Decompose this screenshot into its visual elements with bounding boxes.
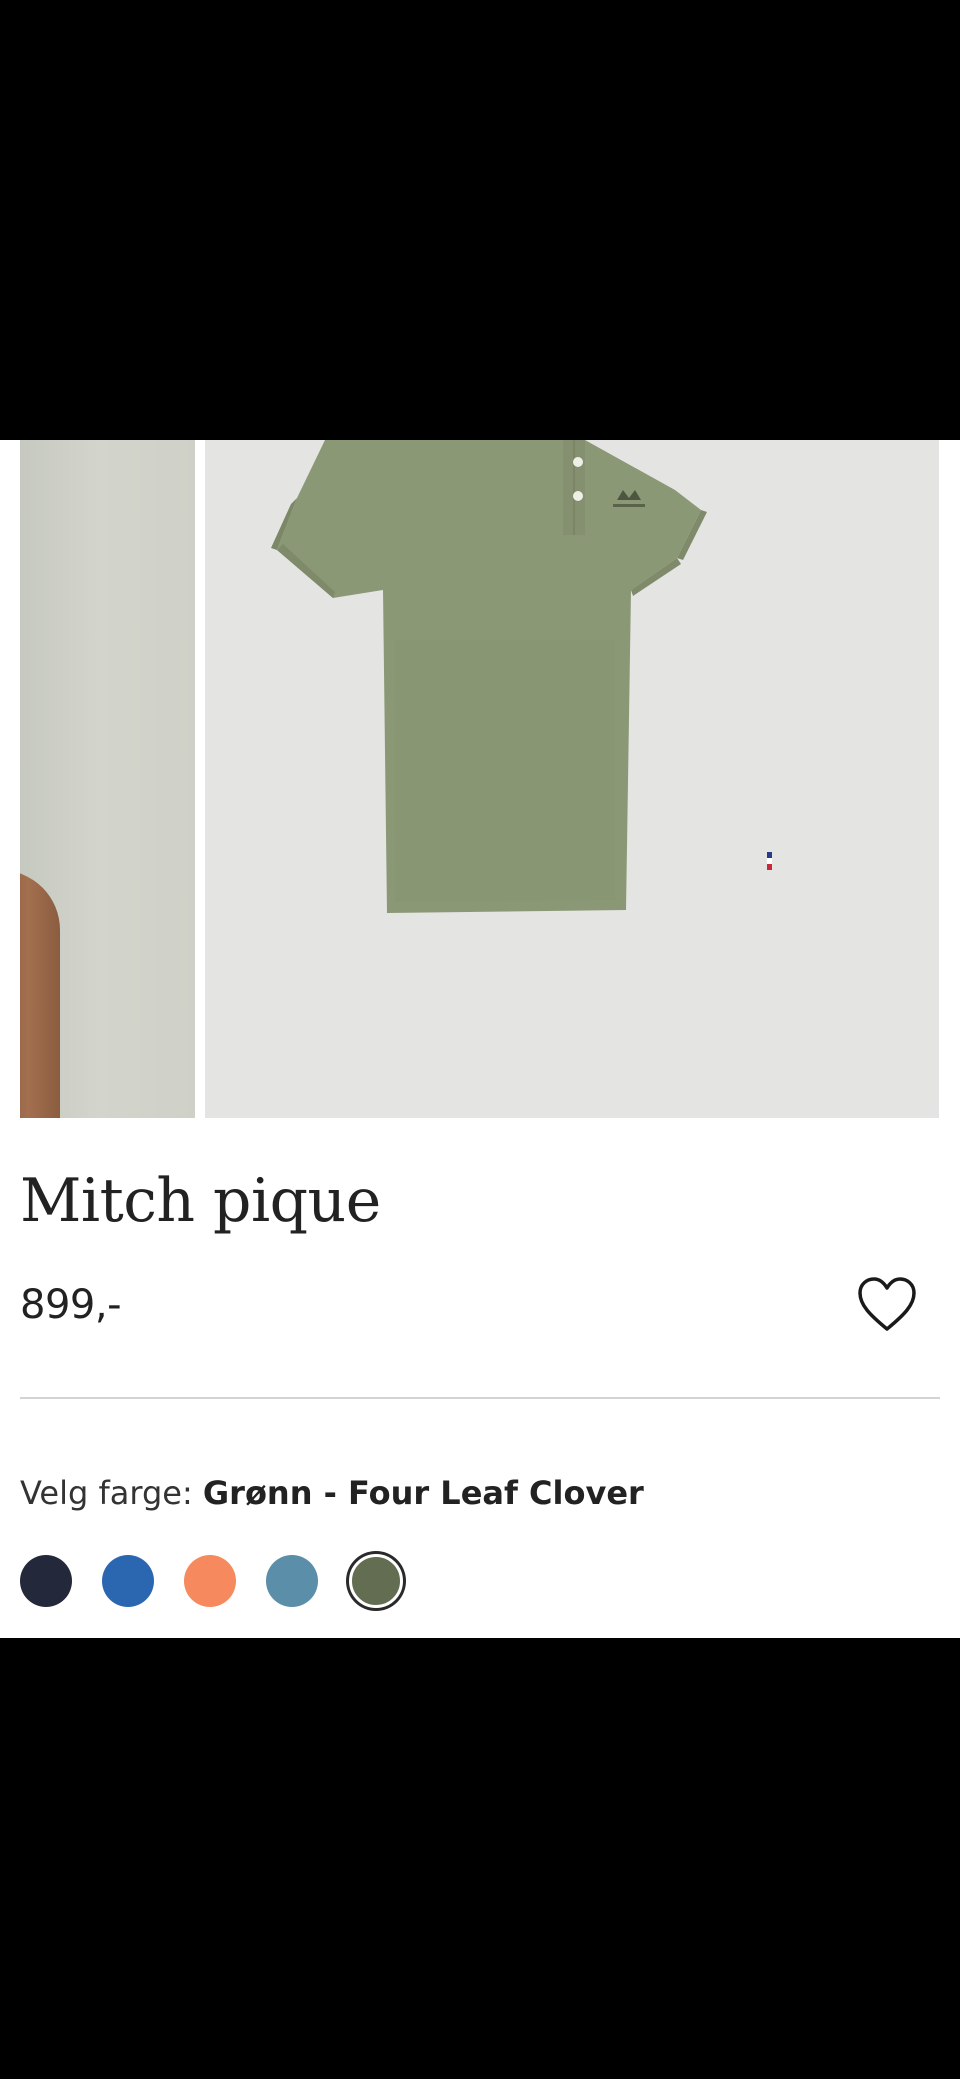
- wishlist-button[interactable]: [856, 1275, 918, 1335]
- top-letterbox: [0, 0, 960, 440]
- model-arm: [20, 870, 60, 1118]
- color-swatch-orange[interactable]: [184, 1555, 236, 1607]
- product-detail: Mitch pique 899,- Velg farge: Grønn - Fo…: [0, 440, 960, 1638]
- color-swatch-green[interactable]: [349, 1554, 403, 1608]
- color-label-text: Velg farge:: [20, 1474, 193, 1512]
- color-swatch-blue[interactable]: [102, 1555, 154, 1607]
- product-title: Mitch pique: [20, 1166, 381, 1236]
- color-selection-label: Velg farge: Grønn - Four Leaf Clover: [20, 1474, 644, 1512]
- divider: [20, 1397, 940, 1399]
- polo-shirt-image: [271, 440, 772, 913]
- image-gallery[interactable]: [0, 440, 960, 1118]
- gallery-image-product[interactable]: [205, 440, 939, 1118]
- selected-color-name: Grønn - Four Leaf Clover: [202, 1474, 644, 1512]
- color-swatch-navy[interactable]: [20, 1555, 72, 1607]
- heart-outline-icon: [858, 1277, 916, 1331]
- gallery-image-model[interactable]: [20, 440, 195, 1118]
- color-swatch-steel-blue[interactable]: [266, 1555, 318, 1607]
- bottom-letterbox: [0, 1638, 960, 2079]
- product-price: 899,-: [20, 1282, 122, 1328]
